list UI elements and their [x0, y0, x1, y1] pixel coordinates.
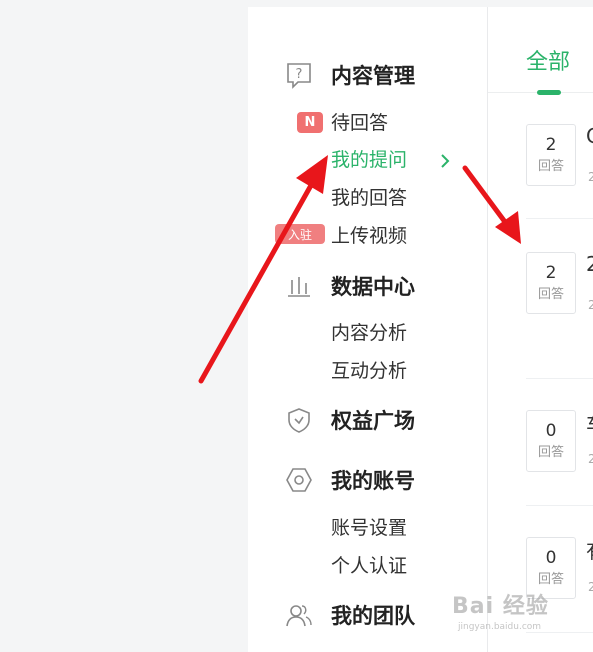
answer-count-label: 回答 — [537, 445, 564, 460]
answer-count-label: 回答 — [537, 572, 564, 587]
team-users-icon — [283, 599, 315, 631]
section-benefits-plaza: 权益广场 — [283, 403, 415, 437]
answer-count-label: 回答 — [537, 159, 564, 174]
question-meta: 2 — [588, 298, 593, 312]
sidebar-item-my-questions[interactable]: 我的提问 — [331, 147, 407, 173]
sidebar-item-my-answers[interactable]: 我的回答 — [331, 185, 407, 211]
watermark-url: jingyan.baidu.com — [458, 622, 542, 632]
sidebar-divider — [487, 7, 488, 652]
watermark-text: Bai 经验 — [452, 594, 549, 619]
question-title[interactable]: C — [586, 124, 593, 148]
question-meta: 2 — [588, 580, 593, 594]
svg-text:?: ? — [296, 67, 303, 82]
sidebar-item-account-settings[interactable]: 账号设置 — [331, 515, 407, 541]
section-title: 内容管理 — [331, 64, 415, 88]
shield-check-icon — [283, 404, 315, 436]
section-my-team: 我的团队 — [283, 598, 415, 632]
question-title[interactable]: 2 — [586, 252, 593, 276]
sidebar-item-upload-video[interactable]: 上传视频 — [331, 223, 407, 249]
answer-count-box: 2 回答 — [526, 124, 576, 186]
section-data-center: 数据中心 — [283, 269, 415, 303]
bar-chart-icon — [283, 270, 315, 302]
answer-count-box: 0 回答 — [526, 410, 576, 472]
answer-count: 2 — [545, 263, 557, 283]
sidebar-item-personal-verification[interactable]: 个人认证 — [331, 553, 407, 579]
row-divider — [526, 378, 593, 379]
sidebar-item-interaction-analysis[interactable]: 互动分析 — [331, 358, 407, 384]
sidebar-item-content-analysis[interactable]: 内容分析 — [331, 320, 407, 346]
section-title: 我的账号 — [331, 469, 415, 493]
question-meta: 2 — [588, 452, 593, 466]
answer-count: 2 — [545, 135, 557, 155]
section-content-management: ? 内容管理 — [283, 58, 415, 92]
settle-in-badge: 入驻 — [275, 224, 325, 244]
row-divider — [526, 218, 593, 219]
sidebar-item-pending-answers[interactable]: 待回答 — [331, 110, 388, 136]
hexagon-settings-icon — [283, 464, 315, 496]
chevron-right-icon — [441, 154, 450, 168]
answer-count-label: 回答 — [537, 287, 564, 302]
question-title[interactable]: 车 — [586, 408, 593, 437]
answer-count: 0 — [545, 548, 557, 568]
question-doc-icon: ? — [283, 59, 315, 91]
new-badge: N — [297, 112, 323, 133]
section-my-account: 我的账号 — [283, 463, 415, 497]
answer-count: 0 — [545, 421, 557, 441]
active-tab-indicator — [537, 90, 561, 95]
section-title: 权益广场 — [331, 409, 415, 433]
section-title: 我的团队 — [331, 604, 415, 628]
answer-count-box: 2 回答 — [526, 252, 576, 314]
section-title: 数据中心 — [331, 275, 415, 299]
row-divider — [526, 505, 593, 506]
baidu-jingyan-watermark: Bai 经验 jingyan.baidu.com — [452, 588, 587, 638]
tab-all[interactable]: 全部 — [526, 44, 570, 76]
question-meta: 2 — [588, 170, 593, 184]
question-title[interactable]: 有 — [586, 535, 593, 564]
